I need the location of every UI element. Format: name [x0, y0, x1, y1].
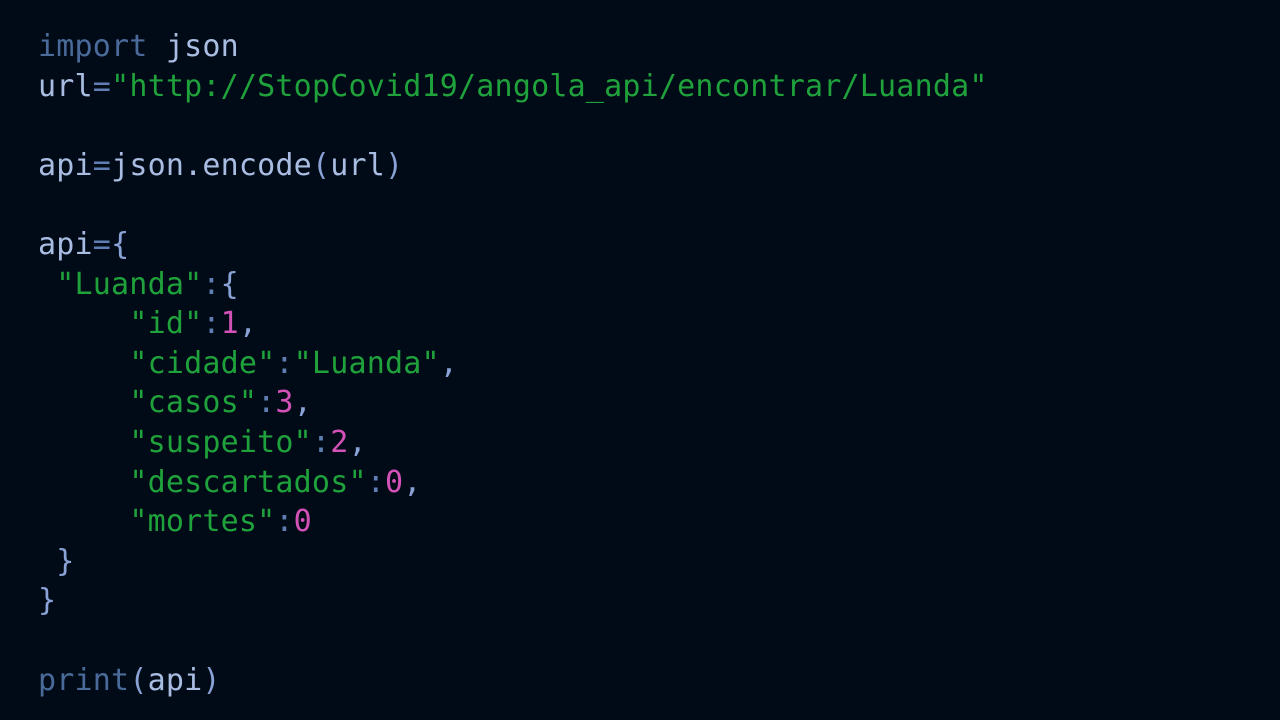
code-operator: : — [202, 266, 221, 302]
code-identifier — [38, 465, 129, 500]
code-number: 0 — [384, 464, 404, 500]
code-number: 1 — [220, 306, 239, 342]
code-line[interactable]: "mortes":0 — [38, 502, 1280, 542]
code-number: 0 — [293, 504, 312, 540]
code-operator: : — [311, 424, 331, 460]
code-identifier: json.encode — [111, 147, 312, 183]
code-line[interactable] — [38, 621, 1280, 661]
code-punctuation: { — [111, 226, 130, 262]
code-identifier: api — [38, 226, 93, 262]
code-punctuation: } — [56, 543, 75, 579]
code-operator: : — [366, 464, 385, 500]
code-identifier: url — [38, 68, 93, 104]
code-string: "descartados" — [129, 464, 367, 500]
code-punctuation: , — [348, 424, 367, 460]
code-punctuation: , — [403, 464, 422, 500]
code-punctuation: } — [38, 583, 57, 619]
code-identifier — [38, 346, 129, 381]
code-line[interactable] — [38, 106, 1280, 146]
code-line[interactable]: } — [38, 542, 1280, 582]
code-keyword: print — [38, 662, 130, 698]
code-punctuation: , — [238, 306, 258, 342]
code-identifier: api — [147, 662, 203, 698]
code-identifier — [38, 267, 56, 302]
code-string: "http://StopCovid19/angola_api/encontrar… — [111, 68, 988, 104]
code-line[interactable]: "id":1, — [38, 304, 1280, 344]
code-operator: : — [275, 504, 294, 540]
code-line[interactable]: print(api) — [38, 661, 1280, 701]
code-string: "suspeito" — [129, 424, 312, 460]
code-line[interactable]: "cidade":"Luanda", — [38, 344, 1280, 384]
code-punctuation: ) — [385, 147, 404, 183]
code-line[interactable]: } — [38, 581, 1280, 621]
code-line[interactable]: url="http://StopCovid19/angola_api/encon… — [38, 67, 1280, 107]
code-operator: = — [92, 226, 112, 262]
code-operator: : — [257, 385, 276, 421]
code-identifier — [38, 544, 56, 579]
code-identifier — [38, 385, 129, 420]
code-line[interactable]: import json — [38, 27, 1280, 67]
code-string: "mortes" — [129, 504, 276, 540]
code-number: 2 — [330, 424, 349, 460]
code-line[interactable]: "casos":3, — [38, 383, 1280, 423]
code-identifier: url — [330, 147, 386, 183]
code-punctuation: ( — [311, 147, 331, 183]
code-operator: = — [92, 68, 112, 104]
code-string: "Luanda" — [56, 266, 203, 302]
code-punctuation: , — [293, 385, 312, 421]
code-identifier — [38, 504, 129, 539]
code-operator: : — [202, 306, 221, 342]
code-punctuation: , — [439, 345, 459, 381]
code-punctuation: { — [220, 266, 239, 302]
code-string: "cidade" — [129, 345, 276, 381]
code-line[interactable]: "suspeito":2, — [38, 423, 1280, 463]
code-editor[interactable]: import json url="http://StopCovid19/angol… — [0, 0, 1280, 720]
code-line[interactable]: api={ — [38, 225, 1280, 265]
code-operator: : — [275, 345, 294, 381]
code-line[interactable]: api=json.encode(url) — [38, 146, 1280, 186]
code-operator: = — [92, 147, 112, 183]
code-identifier: api — [38, 147, 93, 183]
code-identifier — [38, 425, 129, 460]
code-line[interactable]: "Luanda":{ — [38, 265, 1280, 305]
code-line[interactable]: "descartados":0, — [38, 463, 1280, 503]
code-string: "id" — [129, 306, 203, 342]
code-identifier — [38, 306, 129, 341]
code-number: 3 — [275, 385, 294, 421]
code-keyword: import — [38, 29, 148, 64]
code-identifier: json — [147, 29, 239, 64]
code-punctuation: ( — [129, 662, 148, 698]
code-string: "casos" — [129, 385, 258, 421]
code-string: "Luanda" — [293, 345, 440, 381]
code-line[interactable] — [38, 185, 1280, 225]
code-punctuation: ) — [202, 662, 221, 698]
